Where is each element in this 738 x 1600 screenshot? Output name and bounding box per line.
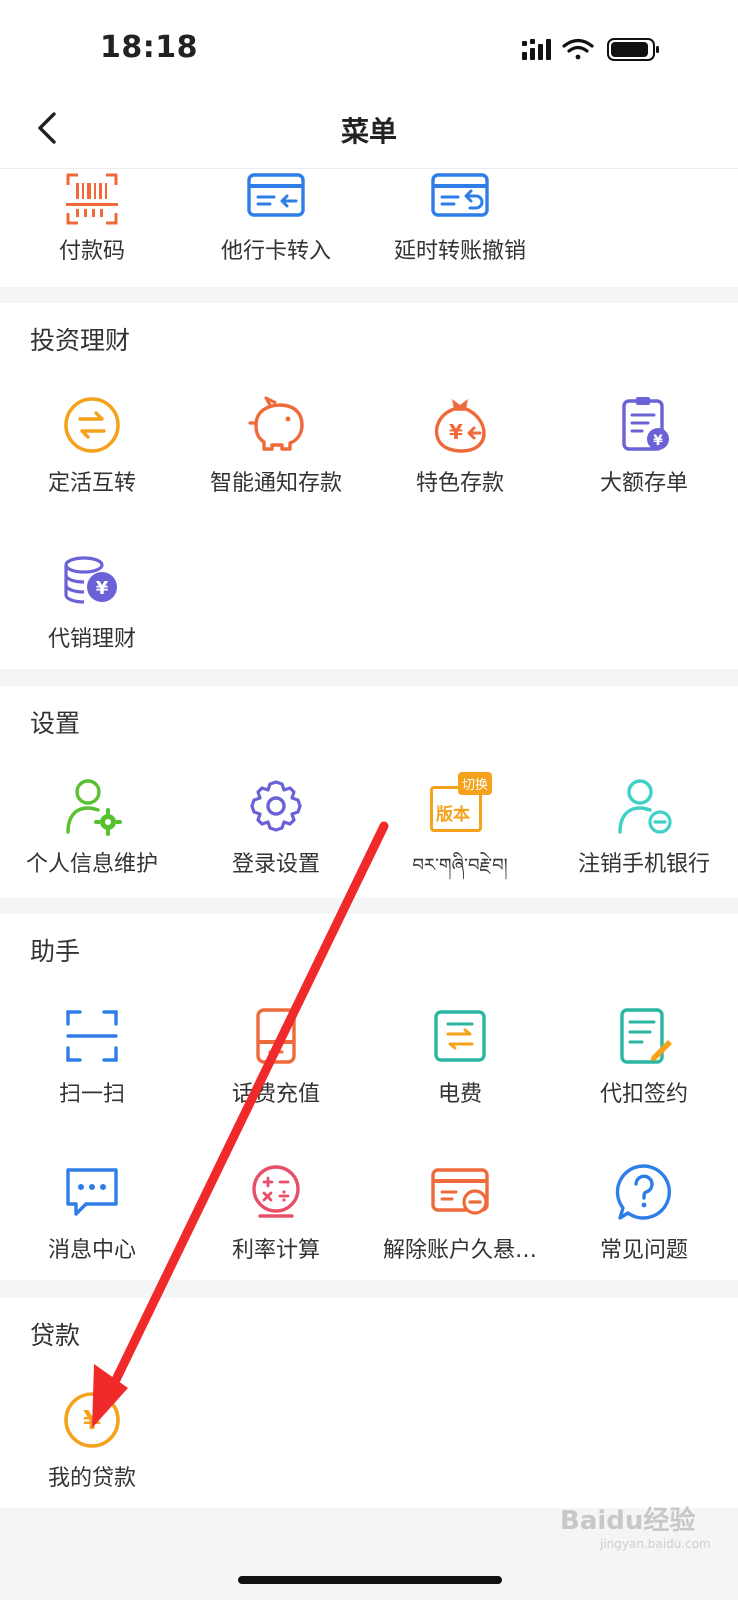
card-transfer-in-icon: [247, 173, 305, 217]
menu-item-scan[interactable]: 扫一扫: [0, 1006, 184, 1146]
menu-item-message-center[interactable]: 消息中心: [0, 1162, 184, 1302]
section-title: 助手: [30, 937, 81, 966]
menu-item-label: 话费充值: [231, 1082, 320, 1107]
menu-item-my-loan[interactable]: ¥ 我的贷款: [0, 1390, 184, 1530]
menu-item-version-switch[interactable]: 版本 切换 བར་གཞི་བརྗེ་བ།: [368, 772, 552, 916]
calculator-icon: [252, 1165, 300, 1218]
menu-item-cancel-mobile-banking[interactable]: 注销手机银行: [552, 776, 736, 916]
menu-item-label: 电费: [437, 1082, 482, 1107]
menu-item-fixed-current-exchange[interactable]: 定活互转: [0, 395, 184, 535]
sign-document-icon: [620, 1008, 672, 1064]
menu-item-label: 利率计算: [231, 1238, 320, 1263]
menu-item-label: 智能通知存款: [209, 471, 342, 496]
watermark-url: jingyan.baidu.com: [600, 1537, 711, 1551]
exchange-circle-icon: [64, 397, 120, 453]
coins-icon: ¥: [64, 556, 117, 604]
menu-item-personal-info[interactable]: 个人信息维护: [0, 776, 184, 916]
money-bag-icon: ¥: [434, 399, 486, 453]
section-loan: 贷款 ¥ 我的贷款: [0, 1298, 738, 1508]
cellular-signal-icon: [522, 39, 551, 60]
menu-item-other-bank-transfer-in[interactable]: 他行卡转入: [184, 169, 368, 309]
menu-item-label: 延时转账撤销: [393, 239, 526, 264]
svg-text:¥: ¥: [653, 433, 663, 449]
phone-topup-icon: [256, 1008, 296, 1064]
menu-item-electric-bill[interactable]: 电费: [368, 1006, 552, 1146]
menu-item-label: 个人信息维护: [25, 852, 158, 877]
piggy-bank-icon: [248, 396, 304, 451]
menu-item-label: 定活互转: [47, 471, 136, 496]
electric-bill-icon: [434, 1010, 486, 1062]
message-icon: [66, 1168, 118, 1216]
menu-item-agency-wealth[interactable]: ¥ 代销理财: [0, 551, 184, 691]
watermark: Baidu经验 jingyan.baidu.com: [560, 1500, 711, 1551]
watermark-brand: Baidu经验: [560, 1506, 696, 1536]
menu-item-label: 大额存单: [599, 471, 688, 496]
svg-text:¥: ¥: [449, 420, 463, 444]
battery-icon: [607, 38, 659, 61]
menu-item-label: 代扣签约: [599, 1082, 688, 1107]
section-investment: 投资理财 定活互转 智能通知存款 ¥ 特色存款 ¥ 大额存单 ¥ 代销理财: [0, 303, 738, 669]
menu-item-label: 他行卡转入: [220, 239, 331, 264]
certificate-icon: ¥: [622, 397, 669, 451]
user-gear-icon: [66, 779, 122, 836]
menu-item-label: 登录设置: [231, 852, 320, 877]
version-text: 版本: [436, 805, 470, 825]
status-icons: [522, 38, 659, 61]
menu-item-label: 注销手机银行: [577, 852, 710, 877]
user-minus-icon: [618, 779, 672, 834]
yuan-coin-icon: ¥: [64, 1392, 120, 1448]
scan-frame-icon: [66, 1010, 118, 1062]
card-remove-icon: [431, 1168, 489, 1215]
menu-item-label: 代销理财: [47, 627, 136, 652]
menu-item-smart-notice-deposit[interactable]: 智能通知存款: [184, 395, 368, 535]
menu-item-special-deposit[interactable]: ¥ 特色存款: [368, 395, 552, 535]
menu-item-label: བར་གཞི་བརྗེ་བ།: [412, 855, 508, 876]
menu-item-payment-code[interactable]: 付款码: [0, 169, 184, 309]
page-title: 菜单: [340, 115, 397, 148]
svg-text:¥: ¥: [83, 1406, 101, 1436]
section-assistant: 助手 扫一扫 话费充值 电费 代扣签约 消息中心 利率计算 解除账户久悬… 常见…: [0, 914, 738, 1280]
question-icon: [615, 1164, 671, 1220]
menu-item-login-settings[interactable]: 登录设置: [184, 776, 368, 916]
menu-item-delayed-transfer-cancel[interactable]: 延时转账撤销: [368, 169, 552, 309]
menu-item-rate-calculator[interactable]: 利率计算: [184, 1162, 368, 1302]
menu-item-label: 我的贷款: [47, 1466, 136, 1491]
nav-bar: 菜单: [0, 90, 738, 169]
home-indicator[interactable]: [238, 1576, 502, 1584]
menu-item-label: 消息中心: [47, 1238, 136, 1263]
menu-item-phone-topup[interactable]: 话费充值: [184, 1006, 368, 1146]
menu-item-label: 扫一扫: [58, 1082, 125, 1107]
section-title: 投资理财: [30, 326, 131, 355]
menu-item-label: 常见问题: [599, 1238, 688, 1263]
section-title: 设置: [30, 709, 81, 738]
menu-item-label: 付款码: [58, 239, 125, 264]
status-time: 18:18: [100, 30, 198, 65]
menu-item-large-deposit-certificate[interactable]: ¥ 大额存单: [552, 395, 736, 535]
section-title: 贷款: [30, 1321, 81, 1350]
menu-item-label: 特色存款: [415, 471, 504, 496]
switch-badge: 切换: [458, 772, 493, 795]
barcode-scan-icon: [66, 173, 118, 225]
wifi-icon: [562, 38, 594, 60]
section-transfers: 付款码 他行卡转入 延时转账撤销: [0, 169, 738, 287]
menu-item-label: 解除账户久悬…: [382, 1238, 537, 1263]
section-settings: 设置 个人信息维护 登录设置 版本 切换 བར་གཞི་བརྗེ་བ། 注销手机…: [0, 686, 738, 898]
menu-item-auto-debit-sign[interactable]: 代扣签约: [552, 1006, 736, 1146]
card-undo-icon: [431, 173, 489, 217]
status-bar: 18:18: [0, 0, 738, 90]
menu-item-remove-dormant-account[interactable]: 解除账户久悬…: [368, 1162, 552, 1302]
svg-text:¥: ¥: [96, 578, 109, 599]
version-switch-icon: 版本 切换: [424, 772, 496, 836]
menu-item-faq[interactable]: 常见问题: [552, 1162, 736, 1302]
gear-icon: [250, 780, 302, 832]
